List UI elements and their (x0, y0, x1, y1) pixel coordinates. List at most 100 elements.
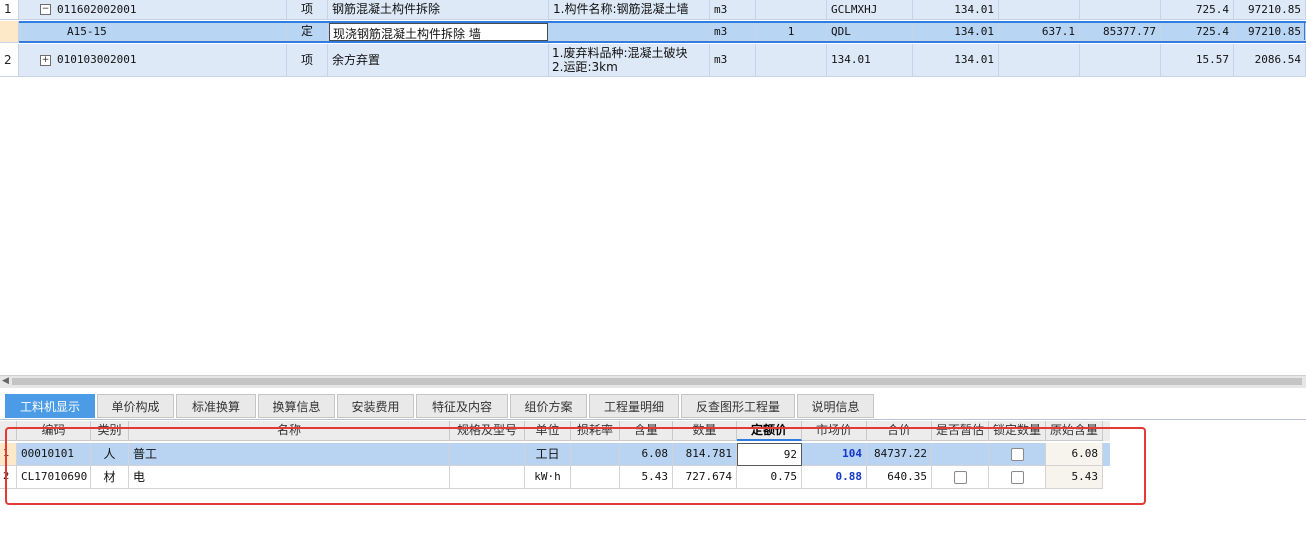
col-header-content[interactable]: 含量 (620, 421, 673, 441)
composite-total: 97210.85 (1234, 0, 1306, 20)
resource-loss-rate[interactable] (571, 443, 620, 466)
scroll-left-icon[interactable]: ◀ (2, 376, 9, 386)
resource-unit[interactable]: 工日 (525, 443, 571, 466)
col-header-lock-quantity[interactable]: 锁定数量 (989, 421, 1046, 441)
expand-icon[interactable]: + (40, 54, 51, 66)
resource-name[interactable]: 电 (129, 466, 450, 489)
market-price[interactable]: 104 (802, 443, 867, 466)
tab-installation-fees[interactable]: 安装费用 (337, 394, 414, 418)
composite-unit-price: 725.4 (1161, 0, 1234, 20)
quota-price-input[interactable]: 92 (737, 443, 802, 466)
lock-quantity-cell (989, 466, 1046, 489)
resource-category[interactable]: 人 (91, 443, 129, 466)
row-number: 1 (0, 443, 17, 466)
feature-line: 2.运距:3km (552, 60, 618, 74)
item-type: 项 (287, 44, 328, 77)
quantity: 134.01 (913, 23, 999, 41)
row-number: 2 (0, 44, 19, 77)
resource-spec[interactable] (450, 466, 525, 489)
table-row[interactable]: 1 − 011602002001 项 钢筋混凝土构件拆除 1.构件名称:钢筋混凝… (0, 0, 1306, 20)
resource-spec[interactable] (450, 443, 525, 466)
original-content: 6.08 (1046, 443, 1103, 466)
item-features[interactable]: 1.构件名称:钢筋混凝土墙 (549, 0, 710, 20)
tab-unit-price-composition[interactable]: 单价构成 (97, 394, 174, 418)
item-name[interactable]: 钢筋混凝土构件拆除 (328, 0, 549, 20)
resource-content[interactable]: 5.43 (620, 466, 673, 489)
resource-unit[interactable]: kW·h (525, 466, 571, 489)
col-header-original-content[interactable]: 原始含量 (1046, 421, 1103, 441)
scrollbar-thumb[interactable] (12, 378, 1302, 385)
lock-quantity-checkbox[interactable] (1010, 470, 1024, 484)
tab-quantity-details[interactable]: 工程量明细 (589, 394, 679, 418)
tab-reverse-graphic-quantity[interactable]: 反查图形工程量 (681, 394, 795, 418)
unit-price: 637.1 (999, 23, 1080, 41)
col-header-total[interactable]: 合价 (867, 421, 932, 441)
item-features[interactable] (549, 23, 710, 41)
quota-code: A15-15 (67, 24, 107, 38)
collapse-icon[interactable]: − (40, 4, 51, 15)
resource-grid-header: 编码 类别 名称 规格及型号 单位 损耗率 含量 数量 定额价 市场价 合价 是… (0, 421, 1110, 441)
qty-code[interactable]: QDL (827, 23, 913, 41)
item-features[interactable]: 1.废弃料品种:混凝土破块 2.运距:3km (549, 44, 710, 77)
qty-code[interactable]: GCLMXHJ (827, 0, 913, 20)
col-header-market-price[interactable]: 市场价 (802, 421, 867, 441)
col-header-spec[interactable]: 规格及型号 (450, 421, 525, 441)
resource-amount[interactable]: 814.781 (673, 443, 737, 466)
tab-conversion-info[interactable]: 换算信息 (258, 394, 335, 418)
resource-content[interactable]: 6.08 (620, 443, 673, 466)
col-header-is-estimate[interactable]: 是否暂估 (932, 421, 989, 441)
col-header-category[interactable]: 类别 (91, 421, 129, 441)
composite-total: 97210.85 (1234, 23, 1306, 41)
table-row[interactable]: 2 + 010103002001 项 余方弃置 1.废弃料品种:混凝土破块 2.… (0, 44, 1306, 77)
tab-labor-material-machine[interactable]: 工料机显示 (5, 394, 95, 418)
resource-row[interactable]: 2 CL17010690 材 电 kW·h 5.43 727.674 0.75 … (0, 466, 1110, 489)
tab-standard-conversion[interactable]: 标准换算 (176, 394, 256, 418)
item-code: 010103002001 (57, 53, 137, 67)
resource-loss-rate[interactable] (571, 466, 620, 489)
col-header-amount[interactable]: 数量 (673, 421, 737, 441)
tab-description-info[interactable]: 说明信息 (797, 394, 874, 418)
lock-quantity-checkbox[interactable] (1010, 447, 1024, 461)
table-row-selected[interactable]: A15-15 定 现浇钢筋混凝土构件拆除 墙 m3 1 QDL 134.01 6… (0, 21, 1306, 43)
resource-total: 84737.22 (867, 443, 932, 466)
col-header-loss-rate[interactable]: 损耗率 (571, 421, 620, 441)
resource-category[interactable]: 材 (91, 466, 129, 489)
item-unit: m3 (710, 0, 756, 20)
resource-code[interactable]: CL17010690 (17, 466, 91, 489)
col-header-name[interactable]: 名称 (129, 421, 450, 441)
qty-expression[interactable] (756, 44, 827, 77)
tab-features-content[interactable]: 特征及内容 (416, 394, 508, 418)
header-corner (0, 421, 17, 441)
qty-expression[interactable]: 1 (756, 23, 827, 41)
col-header-code[interactable]: 编码 (17, 421, 91, 441)
quantity: 134.01 (913, 44, 999, 77)
item-type: 项 (287, 0, 328, 20)
detail-tabs: 工料机显示 单价构成 标准换算 换算信息 安装费用 特征及内容 组价方案 工程量… (0, 393, 1306, 420)
unit-price (999, 0, 1080, 20)
item-type: 定 (287, 23, 328, 41)
qty-code[interactable]: 134.01 (827, 44, 913, 77)
unit-price (999, 44, 1080, 77)
quota-name-input[interactable]: 现浇钢筋混凝土构件拆除 墙 (329, 23, 548, 41)
total-price: 85377.77 (1080, 23, 1161, 41)
item-unit: m3 (710, 23, 756, 41)
resource-code[interactable]: 00010101 (17, 443, 91, 466)
quota-price[interactable]: 0.75 (737, 466, 802, 489)
resource-name[interactable]: 普工 (129, 443, 450, 466)
resource-amount[interactable]: 727.674 (673, 466, 737, 489)
resource-row[interactable]: 1 00010101 人 普工 工日 6.08 814.781 92 104 8… (0, 443, 1110, 466)
estimate-checkbox[interactable] (953, 470, 967, 484)
market-price[interactable]: 0.88 (802, 466, 867, 489)
original-content: 5.43 (1046, 466, 1103, 489)
row-number (0, 21, 19, 43)
composite-unit-price: 725.4 (1161, 23, 1234, 41)
qty-expression[interactable] (756, 0, 827, 20)
total-price (1080, 44, 1161, 77)
tab-pricing-scheme[interactable]: 组价方案 (510, 394, 587, 418)
quantity: 134.01 (913, 0, 999, 20)
horizontal-scrollbar[interactable]: ◀ (0, 375, 1306, 388)
col-header-unit[interactable]: 单位 (525, 421, 571, 441)
col-header-quota-price[interactable]: 定额价 (737, 421, 802, 441)
estimate-cell (932, 466, 989, 489)
item-name[interactable]: 余方弃置 (328, 44, 549, 77)
